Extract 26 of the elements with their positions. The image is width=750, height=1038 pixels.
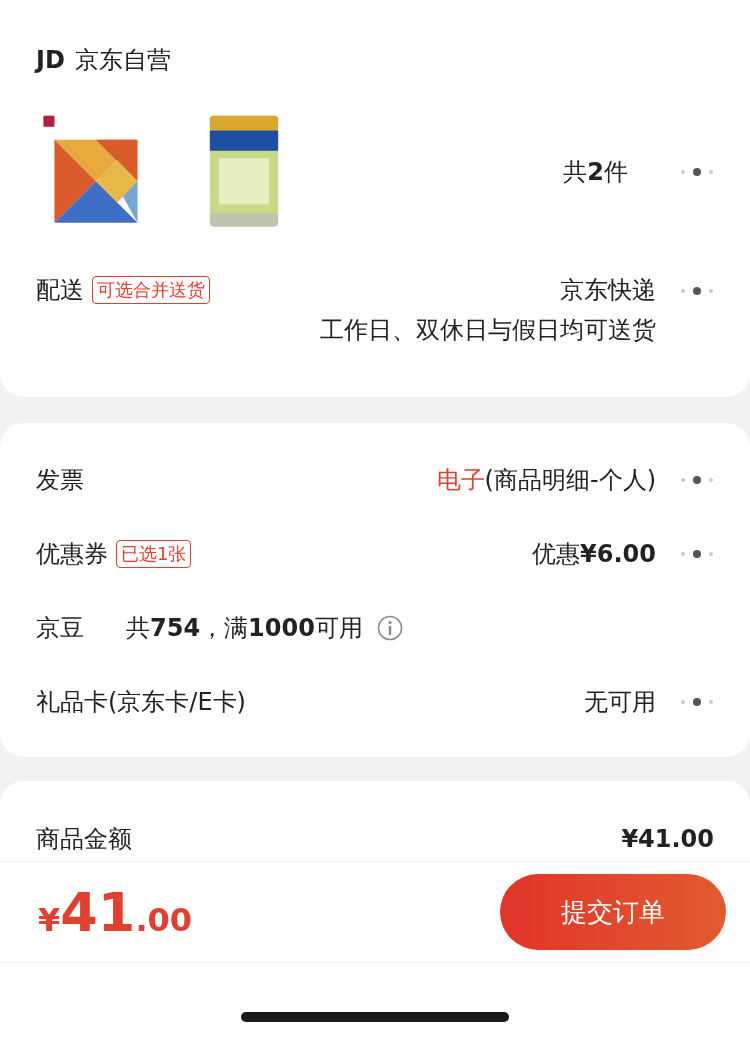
option-label: 礼品卡(京东卡/E卡)	[36, 687, 246, 718]
item-count[interactable]: 共2件	[563, 156, 628, 188]
option-value: 共754，满1000可用	[126, 613, 363, 644]
summary-label: 商品金额	[36, 824, 132, 855]
total-price: ¥41.00	[38, 880, 193, 944]
delivery-carrier[interactable]: 京东快递	[560, 274, 656, 306]
option-value[interactable]: 电子(商品明细-个人)	[436, 464, 656, 496]
info-icon[interactable]	[376, 615, 403, 641]
option-label: 京豆	[36, 613, 85, 644]
option-value[interactable]: 优惠¥6.00	[532, 538, 656, 570]
more-icon[interactable]	[680, 697, 714, 707]
more-icon[interactable]	[680, 475, 714, 485]
store-name: 京东自营	[74, 45, 171, 76]
submit-order-button[interactable]: 提交订单	[500, 874, 726, 950]
more-icon[interactable]	[680, 549, 714, 559]
option-value[interactable]: 无可用	[584, 686, 656, 718]
option-label: 发票	[36, 465, 84, 496]
more-icon[interactable]	[680, 167, 714, 177]
delivery-label: 配送	[36, 275, 84, 306]
option-label: 优惠券	[36, 539, 108, 570]
store-logo: JD	[36, 46, 65, 74]
more-icon[interactable]	[680, 286, 714, 296]
delivery-note: 工作日、双休日与假日均可送货	[320, 315, 656, 346]
delivery-tag: 可选合并送货	[92, 276, 210, 304]
option-tag: 已选1张	[116, 540, 192, 568]
summary-value: ¥41.00	[621, 825, 714, 853]
